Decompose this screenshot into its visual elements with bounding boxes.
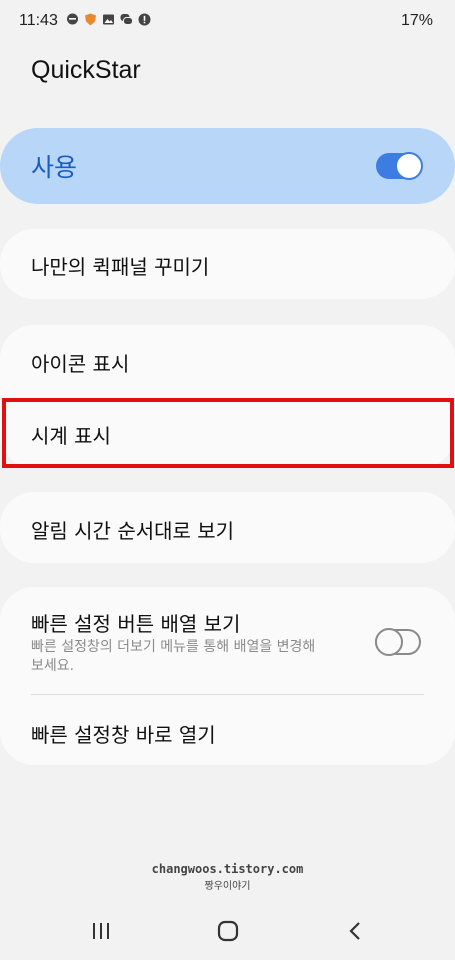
- menu-item-customize-panel[interactable]: 나만의 퀵패널 꾸미기: [0, 229, 455, 299]
- status-icons: [66, 13, 151, 26]
- status-time: 11:43: [19, 12, 58, 29]
- page-title: QuickStar: [31, 56, 141, 84]
- quick-settings-grid-toggle[interactable]: [375, 628, 421, 656]
- menu-item-label: 빠른 설정 버튼 배열 보기: [31, 612, 241, 636]
- image-icon: [103, 14, 114, 25]
- menu-item-label: 알림 시간 순서대로 보기: [31, 519, 235, 543]
- highlight-box: [2, 398, 454, 468]
- master-switch-row[interactable]: 사용: [0, 128, 455, 204]
- battery-percentage: 17%: [400, 12, 433, 29]
- chat-bubble-icon: [67, 13, 78, 25]
- watermark-name: 짱우이야기: [204, 881, 251, 892]
- menu-item-quick-settings-grid[interactable]: 빠른 설정 버튼 배열 보기 빠른 설정창의 더보기 메뉴를 통해 배열을 변경…: [0, 587, 455, 693]
- home-icon: [217, 920, 239, 942]
- watermark-url: changwoos.tistory.com: [151, 862, 304, 876]
- menu-item-description: 빠른 설정창의 더보기 메뉴를 통해 배열을 변경해 보세요.: [31, 639, 316, 674]
- menu-item-show-icons[interactable]: 아이콘 표시: [0, 325, 455, 397]
- alert-icon: [138, 13, 151, 26]
- shield-icon: [85, 13, 96, 26]
- quick-settings-card: 빠른 설정 버튼 배열 보기 빠른 설정창의 더보기 메뉴를 통해 배열을 변경…: [0, 587, 455, 765]
- status-bar: 11:43 17%: [0, 0, 455, 44]
- back-button[interactable]: [341, 916, 371, 946]
- menu-item-label: 빠른 설정창 바로 열기: [31, 723, 216, 747]
- menu-item-open-quick-settings[interactable]: 빠른 설정창 바로 열기: [0, 695, 455, 765]
- recent-apps-button[interactable]: [86, 916, 116, 946]
- menu-item-sort-notifications[interactable]: 알림 시간 순서대로 보기: [0, 492, 455, 563]
- toggle-knob: [375, 628, 403, 656]
- messages-icon: [120, 14, 133, 25]
- menu-item-label: 아이콘 표시: [31, 352, 130, 376]
- menu-item-label: 나만의 퀵패널 꾸미기: [31, 255, 210, 279]
- back-icon: [349, 922, 360, 940]
- recent-apps-icon: [93, 923, 109, 939]
- master-toggle-switch[interactable]: [376, 152, 423, 180]
- toggle-knob: [395, 152, 423, 180]
- master-switch-label: 사용: [31, 153, 78, 182]
- home-button[interactable]: [213, 916, 243, 946]
- navigation-bar: [0, 900, 455, 960]
